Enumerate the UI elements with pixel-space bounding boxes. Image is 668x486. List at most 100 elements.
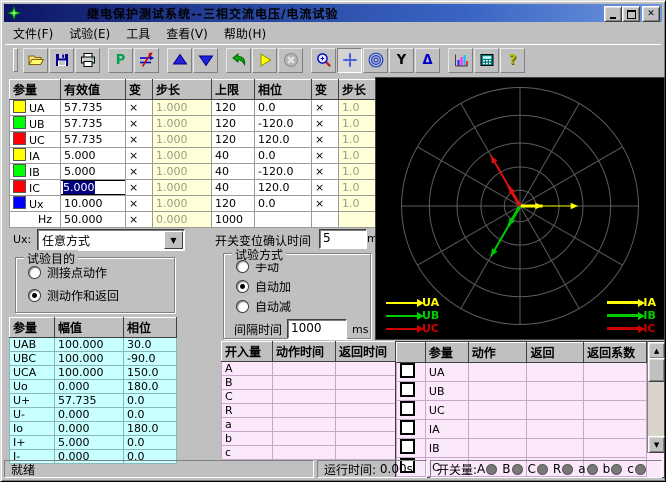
increase-button[interactable] — [167, 48, 192, 73]
phase-cell[interactable]: -120.0 — [255, 116, 312, 132]
save-button[interactable] — [49, 48, 74, 73]
vary-cell[interactable]: × — [126, 148, 153, 164]
checkbox[interactable] — [400, 382, 415, 397]
zoom-button[interactable] — [311, 48, 336, 73]
checkbox[interactable] — [400, 439, 415, 454]
wye-button[interactable]: Y — [389, 48, 414, 73]
menu-tools[interactable]: 工具 — [118, 23, 158, 44]
switch-indicator-icon — [537, 464, 548, 475]
checkbox[interactable] — [400, 401, 415, 416]
value-cell[interactable]: 10.000 — [61, 196, 126, 212]
col-header: 参量 — [10, 318, 55, 338]
phase-cell[interactable]: 120.0 — [255, 180, 312, 196]
waveform-button[interactable] — [448, 48, 473, 73]
vary-cell[interactable]: × — [312, 116, 339, 132]
limit-cell[interactable]: 120 — [212, 132, 255, 148]
phase-cell[interactable]: 120.0 — [255, 132, 312, 148]
step-cell[interactable]: 1.000 — [153, 164, 212, 180]
delta-button[interactable]: Δ — [415, 48, 440, 73]
interval-input[interactable]: 1000 — [287, 319, 347, 339]
limit-cell[interactable]: 120 — [212, 100, 255, 116]
phase-cell[interactable]: -120.0 — [255, 164, 312, 180]
value-edit-field[interactable]: 5.000 — [61, 180, 126, 195]
col-header: 有效值 — [61, 80, 126, 100]
vary-cell[interactable]: × — [312, 180, 339, 196]
table-row-ub: UB 57.735 × 1.000 120 -120.0 × 1.0 — [10, 116, 382, 132]
maximize-button[interactable] — [622, 6, 640, 22]
menu-file[interactable]: 文件(F) — [5, 23, 61, 44]
step-cell[interactable]: 1.000 — [153, 100, 212, 116]
phase-cell[interactable]: 0.0 — [255, 148, 312, 164]
vary-cell[interactable]: × — [126, 100, 153, 116]
vary-cell[interactable]: × — [312, 164, 339, 180]
undo-button[interactable] — [226, 48, 251, 73]
phase-cell[interactable]: 0.0 — [255, 100, 312, 116]
minimize-button[interactable] — [604, 6, 622, 22]
decrease-button[interactable] — [193, 48, 218, 73]
vary-cell[interactable]: × — [126, 132, 153, 148]
vertical-scrollbar[interactable]: ▲ ▼ — [647, 342, 664, 453]
value-cell[interactable]: 57.735 — [61, 132, 126, 148]
scroll-down-button[interactable]: ▼ — [648, 436, 665, 453]
phase-cell[interactable]: 0.0 — [255, 196, 312, 212]
limit-cell[interactable]: 1000 — [212, 212, 255, 228]
scrollbar-thumb[interactable] — [648, 358, 665, 382]
vary-cell[interactable]: × — [126, 180, 153, 196]
bar-chart-icon — [453, 52, 469, 68]
vary-cell[interactable]: × — [126, 164, 153, 180]
close-button[interactable]: ✕ — [642, 6, 660, 22]
value-cell-editing[interactable]: 5.000 — [61, 180, 126, 196]
vary-cell[interactable]: × — [312, 148, 339, 164]
scroll-up-button[interactable]: ▲ — [648, 342, 665, 359]
step-cell[interactable]: 0.000 — [153, 212, 212, 228]
step-cell[interactable]: 1.000 — [153, 116, 212, 132]
limit-cell[interactable]: 40 — [212, 164, 255, 180]
vector-view-button[interactable] — [337, 48, 362, 73]
value-cell[interactable]: 57.735 — [61, 100, 126, 116]
step-cell[interactable]: 1.000 — [153, 196, 212, 212]
menu-view[interactable]: 查看(V) — [158, 23, 216, 44]
p-mode-button[interactable]: P — [108, 48, 133, 73]
stop-button[interactable] — [278, 48, 303, 73]
vary-cell[interactable]: × — [312, 196, 339, 212]
limit-cell[interactable]: 40 — [212, 148, 255, 164]
value-cell[interactable]: 50.000 — [61, 212, 126, 228]
vary-cell[interactable]: × — [126, 116, 153, 132]
value-cell[interactable]: 57.735 — [61, 116, 126, 132]
vary-cell[interactable]: × — [126, 212, 153, 228]
open-button[interactable] — [23, 48, 48, 73]
target-view-button[interactable] — [363, 48, 388, 73]
table-row-ua: UA 57.735 × 1.000 120 0.0 × 1.0 — [10, 100, 382, 116]
ux-mode-combobox[interactable]: 任意方式 ▼ — [37, 229, 185, 251]
limit-cell[interactable]: 40 — [212, 180, 255, 196]
phasor-output-button[interactable] — [134, 48, 159, 73]
step-cell[interactable]: 1.000 — [153, 148, 212, 164]
result-table: 参量 动作 返回 返回系数 UA UB UC IA IB IC — [396, 342, 647, 477]
limit-cell[interactable]: 120 — [212, 116, 255, 132]
status-runtime: 运行时间: 0.00s — [317, 460, 427, 478]
chevron-down-icon[interactable]: ▼ — [164, 231, 183, 249]
result-table-panel: 参量 动作 返回 返回系数 UA UB UC IA IB IC ▲ ▼ — [395, 341, 665, 478]
limit-cell[interactable]: 120 — [212, 196, 255, 212]
radio-action-return[interactable]: 测动作和返回 — [28, 287, 174, 304]
radio-auto-increase[interactable]: 自动加 — [236, 278, 370, 295]
vary-cell[interactable]: × — [126, 196, 153, 212]
menu-test[interactable]: 试验(E) — [61, 23, 118, 44]
checkbox[interactable] — [400, 363, 415, 378]
checkbox[interactable] — [400, 420, 415, 435]
value-cell[interactable]: 5.000 — [61, 148, 126, 164]
vary-cell[interactable]: × — [312, 132, 339, 148]
confirm-time-input[interactable]: 5 — [319, 229, 367, 249]
magnifier-icon — [316, 52, 332, 68]
vary-cell[interactable]: × — [312, 100, 339, 116]
value-cell[interactable]: 5.000 — [61, 164, 126, 180]
calculator-button[interactable] — [474, 48, 499, 73]
start-button[interactable] — [252, 48, 277, 73]
step-cell[interactable]: 1.000 — [153, 180, 212, 196]
print-button[interactable] — [75, 48, 100, 73]
radio-auto-decrease[interactable]: 自动减 — [236, 298, 370, 315]
wye-letter-icon: Y — [397, 54, 406, 67]
help-button[interactable]: ? — [500, 48, 525, 73]
menu-help[interactable]: 帮助(H) — [216, 23, 274, 44]
step-cell[interactable]: 1.000 — [153, 132, 212, 148]
